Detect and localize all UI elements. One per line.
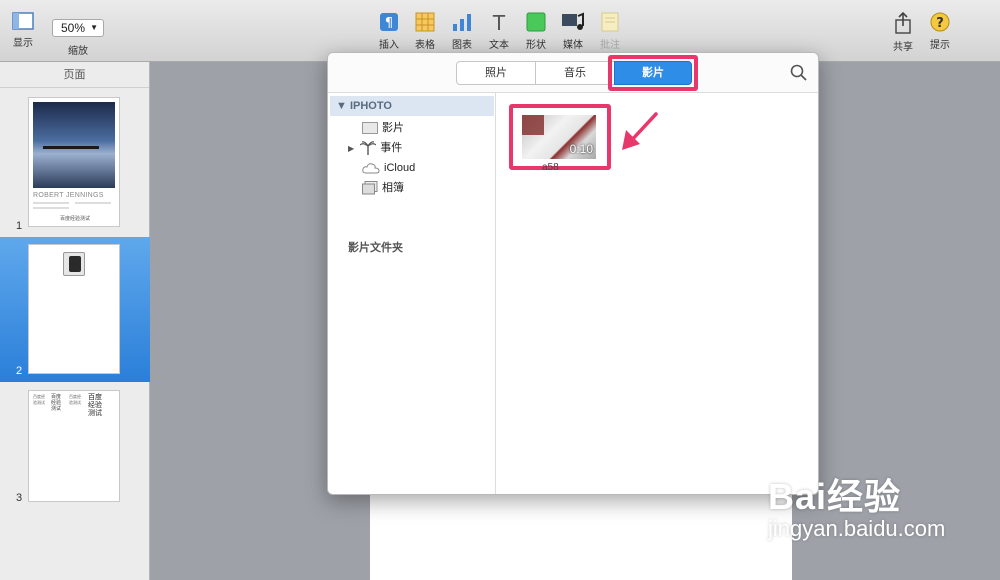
movies-folder-label[interactable]: 影片文件夹 <box>348 239 403 255</box>
comment-button[interactable]: 批注 <box>597 12 623 51</box>
media-label: 媒体 <box>563 40 583 51</box>
page-number: 3 <box>16 492 23 504</box>
help-icon: ? <box>930 12 950 32</box>
zoom-label-wrap: 缩放 <box>62 42 94 57</box>
view-button[interactable]: 显示 <box>10 12 36 49</box>
page-thumb-row-2[interactable]: 2 <box>0 237 150 382</box>
page-thumbnail[interactable]: 百度经验测试 百度经验测试 百度经验测试 百度经验测试 <box>28 390 120 502</box>
disclosure-triangle-icon: ▶ <box>348 144 355 153</box>
text-line <box>33 202 69 204</box>
media-button[interactable]: 媒体 <box>560 12 586 51</box>
insert-button[interactable]: ¶ 插入 <box>376 12 402 51</box>
text-line <box>75 202 111 204</box>
page-column-1: 百度经验测试 <box>33 394 45 405</box>
text-button[interactable]: T 文本 <box>486 12 512 51</box>
zoom-select[interactable]: 50% ▼ <box>52 19 104 37</box>
share-button[interactable]: 共享 <box>890 12 916 53</box>
tab-music[interactable]: 音乐 <box>535 61 615 85</box>
page-column-4: 百度经验测试 <box>88 394 102 417</box>
page-thumb-row-1[interactable]: 1 ROBERT JENNINGS 百度经验测试 <box>0 92 150 237</box>
source-label: 事件 <box>380 142 403 154</box>
page-thumbnail[interactable] <box>28 244 120 374</box>
chart-button[interactable]: 图表 <box>449 12 475 51</box>
movie-icon <box>362 122 378 135</box>
source-label: 相簿 <box>382 182 404 194</box>
svg-text:¶: ¶ <box>385 16 393 31</box>
tips-button[interactable]: ? 提示 <box>927 12 953 51</box>
page-heading: ROBERT JENNINGS <box>33 192 104 199</box>
page-thumb-row-3[interactable]: 3 百度经验测试 百度经验测试 百度经验测试 百度经验测试 <box>0 382 150 512</box>
zoom-label: 缩放 <box>68 46 88 57</box>
document-page[interactable] <box>370 492 792 580</box>
shape-button[interactable]: 形状 <box>523 12 549 51</box>
page-caption: 百度经验测试 <box>59 216 90 222</box>
insert-icon: ¶ <box>380 13 398 31</box>
text-icon: T <box>492 12 506 32</box>
media-browser-header: 照片 音乐 影片 <box>328 53 818 93</box>
svg-text:T: T <box>492 12 506 32</box>
page-thumbnail[interactable]: ROBERT JENNINGS 百度经验测试 <box>28 97 120 227</box>
source-item-albums[interactable]: 相簿 <box>362 179 404 197</box>
text-line <box>33 207 69 209</box>
zoom-value: 50% <box>61 21 86 35</box>
text-label: 文本 <box>489 40 509 51</box>
media-icon <box>562 12 584 30</box>
source-header-label: IPHOTO <box>349 100 392 112</box>
view-icon <box>12 12 34 30</box>
cloud-icon <box>362 163 380 174</box>
page-column-3: 百度经验测试 <box>69 394 81 405</box>
palm-tree-icon <box>360 141 377 156</box>
table-icon <box>415 12 435 32</box>
share-label: 共享 <box>893 42 913 53</box>
insert-label: 插入 <box>379 40 399 51</box>
page-thumbnail-sidebar: 页面 1 ROBERT JENNINGS 百度经验测试 2 3 百度经验测试 百… <box>0 62 150 580</box>
tips-label: 提示 <box>930 40 950 51</box>
svg-text:?: ? <box>936 16 944 31</box>
pier-shape <box>43 146 99 149</box>
video-name: a58 <box>542 162 559 170</box>
baidu-watermark: Bai经验 jingyan.baidu.com <box>768 478 945 542</box>
comment-icon <box>601 12 619 32</box>
highlight-box <box>509 104 611 170</box>
chevron-down-icon: ▼ <box>90 23 98 32</box>
shape-icon <box>526 12 546 32</box>
page-column-2: 百度经验测试 <box>51 394 62 412</box>
media-browser-popover: 照片 音乐 影片 ▼ IPHOTO 影片 ▶ 事件 iCloud 相簿 影片文件… <box>327 52 819 495</box>
view-label: 显示 <box>13 38 33 49</box>
inserted-media-placeholder <box>63 252 85 276</box>
album-icon <box>362 181 378 195</box>
search-icon[interactable] <box>790 64 808 82</box>
share-icon <box>895 12 911 34</box>
source-header[interactable]: ▼ IPHOTO <box>330 96 494 116</box>
source-label: 影片 <box>382 122 404 134</box>
source-item-events[interactable]: ▶ 事件 <box>348 139 402 157</box>
sidebar-title: 页面 <box>0 62 149 88</box>
table-label: 表格 <box>415 40 435 51</box>
annotation-arrow-icon <box>622 112 658 150</box>
page-number: 1 <box>16 220 23 232</box>
chart-icon <box>453 14 471 31</box>
watermark-logo: Bai经验 <box>768 476 902 517</box>
source-item-movies[interactable]: 影片 <box>362 119 404 137</box>
watermark-url: jingyan.baidu.com <box>768 516 946 541</box>
media-source-list: ▼ IPHOTO 影片 ▶ 事件 iCloud 相簿 影片文件夹 <box>328 93 496 494</box>
page-photo <box>33 102 115 188</box>
chart-label: 图表 <box>452 40 472 51</box>
disclosure-triangle-icon: ▼ <box>336 100 350 112</box>
source-item-icloud[interactable]: iCloud <box>362 159 415 177</box>
movie-icon <box>69 256 81 272</box>
shape-label: 形状 <box>526 40 546 51</box>
page-number: 2 <box>16 365 23 377</box>
tab-photos[interactable]: 照片 <box>456 61 536 85</box>
comment-label: 批注 <box>600 40 620 51</box>
table-button[interactable]: 表格 <box>412 12 438 51</box>
highlight-box <box>608 55 698 91</box>
source-label: iCloud <box>384 162 416 174</box>
